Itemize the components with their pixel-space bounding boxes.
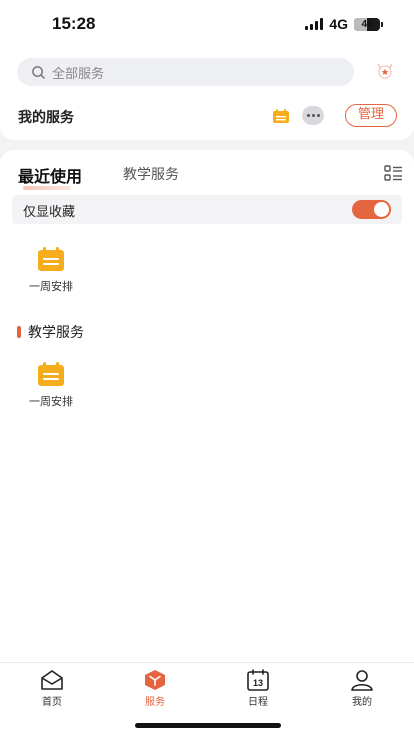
my-services-label: 我的服务 bbox=[18, 110, 74, 126]
bottom-nav: 首页 服务 13 日程 我的 bbox=[0, 662, 414, 736]
calendar-13-icon: 13 bbox=[247, 669, 269, 691]
dot-icon bbox=[311, 114, 315, 117]
header-card: 全部服务 我的服务 管理 bbox=[0, 50, 414, 140]
active-tab-indicator bbox=[23, 186, 71, 190]
tab-teaching-services[interactable]: 教学服务 bbox=[123, 164, 179, 184]
nav-label: 我的 bbox=[352, 697, 372, 708]
favorites-only-label: 仅显收藏 bbox=[23, 205, 76, 220]
search-input[interactable]: 全部服务 bbox=[17, 58, 354, 86]
medal-icon[interactable] bbox=[374, 60, 396, 82]
home-mail-icon bbox=[41, 670, 63, 690]
search-placeholder: 全部服务 bbox=[52, 66, 105, 82]
manage-button[interactable]: 管理 bbox=[345, 104, 397, 127]
toggle-knob bbox=[374, 202, 389, 217]
network-type: 4G bbox=[329, 16, 348, 32]
calendar-mini-icon[interactable] bbox=[272, 108, 290, 124]
service-label: 一周安排 bbox=[29, 280, 73, 293]
service-item-weekly-schedule[interactable]: 一周安排 bbox=[21, 361, 81, 409]
status-bar: 15:28 4G 49 bbox=[0, 0, 414, 50]
dot-icon bbox=[306, 114, 310, 117]
calendar-day-number: 13 bbox=[253, 678, 263, 688]
service-item-weekly-schedule[interactable]: 一周安排 bbox=[21, 246, 81, 294]
nav-label: 服务 bbox=[145, 697, 165, 708]
list-view-icon[interactable] bbox=[384, 165, 403, 181]
more-options-button[interactable] bbox=[302, 106, 324, 125]
favorites-only-toggle[interactable] bbox=[352, 200, 391, 219]
service-label: 一周安排 bbox=[29, 395, 73, 408]
calendar-icon bbox=[38, 247, 64, 271]
status-indicators: 4G 49 bbox=[305, 16, 383, 32]
nav-item-me[interactable]: 我的 bbox=[332, 669, 392, 708]
section-marker bbox=[17, 326, 21, 338]
battery-level: 49 bbox=[361, 18, 373, 30]
nav-item-schedule[interactable]: 13 日程 bbox=[228, 669, 288, 708]
nav-label: 日程 bbox=[248, 697, 268, 708]
user-icon bbox=[351, 670, 373, 691]
section-title-teaching: 教学服务 bbox=[17, 322, 84, 342]
service-box-icon bbox=[145, 670, 165, 690]
home-indicator[interactable] bbox=[135, 723, 281, 728]
tab-recent[interactable]: 最近使用 bbox=[18, 163, 82, 187]
dot-icon bbox=[316, 114, 320, 117]
nav-label: 首页 bbox=[42, 697, 62, 708]
status-time: 15:28 bbox=[52, 14, 96, 33]
services-panel: 最近使用 教学服务 仅显收藏 一周安排 教学服务 一周安排 bbox=[0, 150, 414, 662]
section-title-text: 教学服务 bbox=[28, 325, 84, 341]
nav-item-home[interactable]: 首页 bbox=[22, 669, 82, 708]
search-icon bbox=[32, 65, 45, 79]
nav-item-services[interactable]: 服务 bbox=[125, 669, 185, 708]
favorites-only-row: 仅显收藏 bbox=[12, 195, 402, 224]
calendar-icon bbox=[38, 362, 64, 386]
battery-icon: 49 bbox=[354, 17, 383, 31]
signal-icon bbox=[305, 18, 324, 30]
